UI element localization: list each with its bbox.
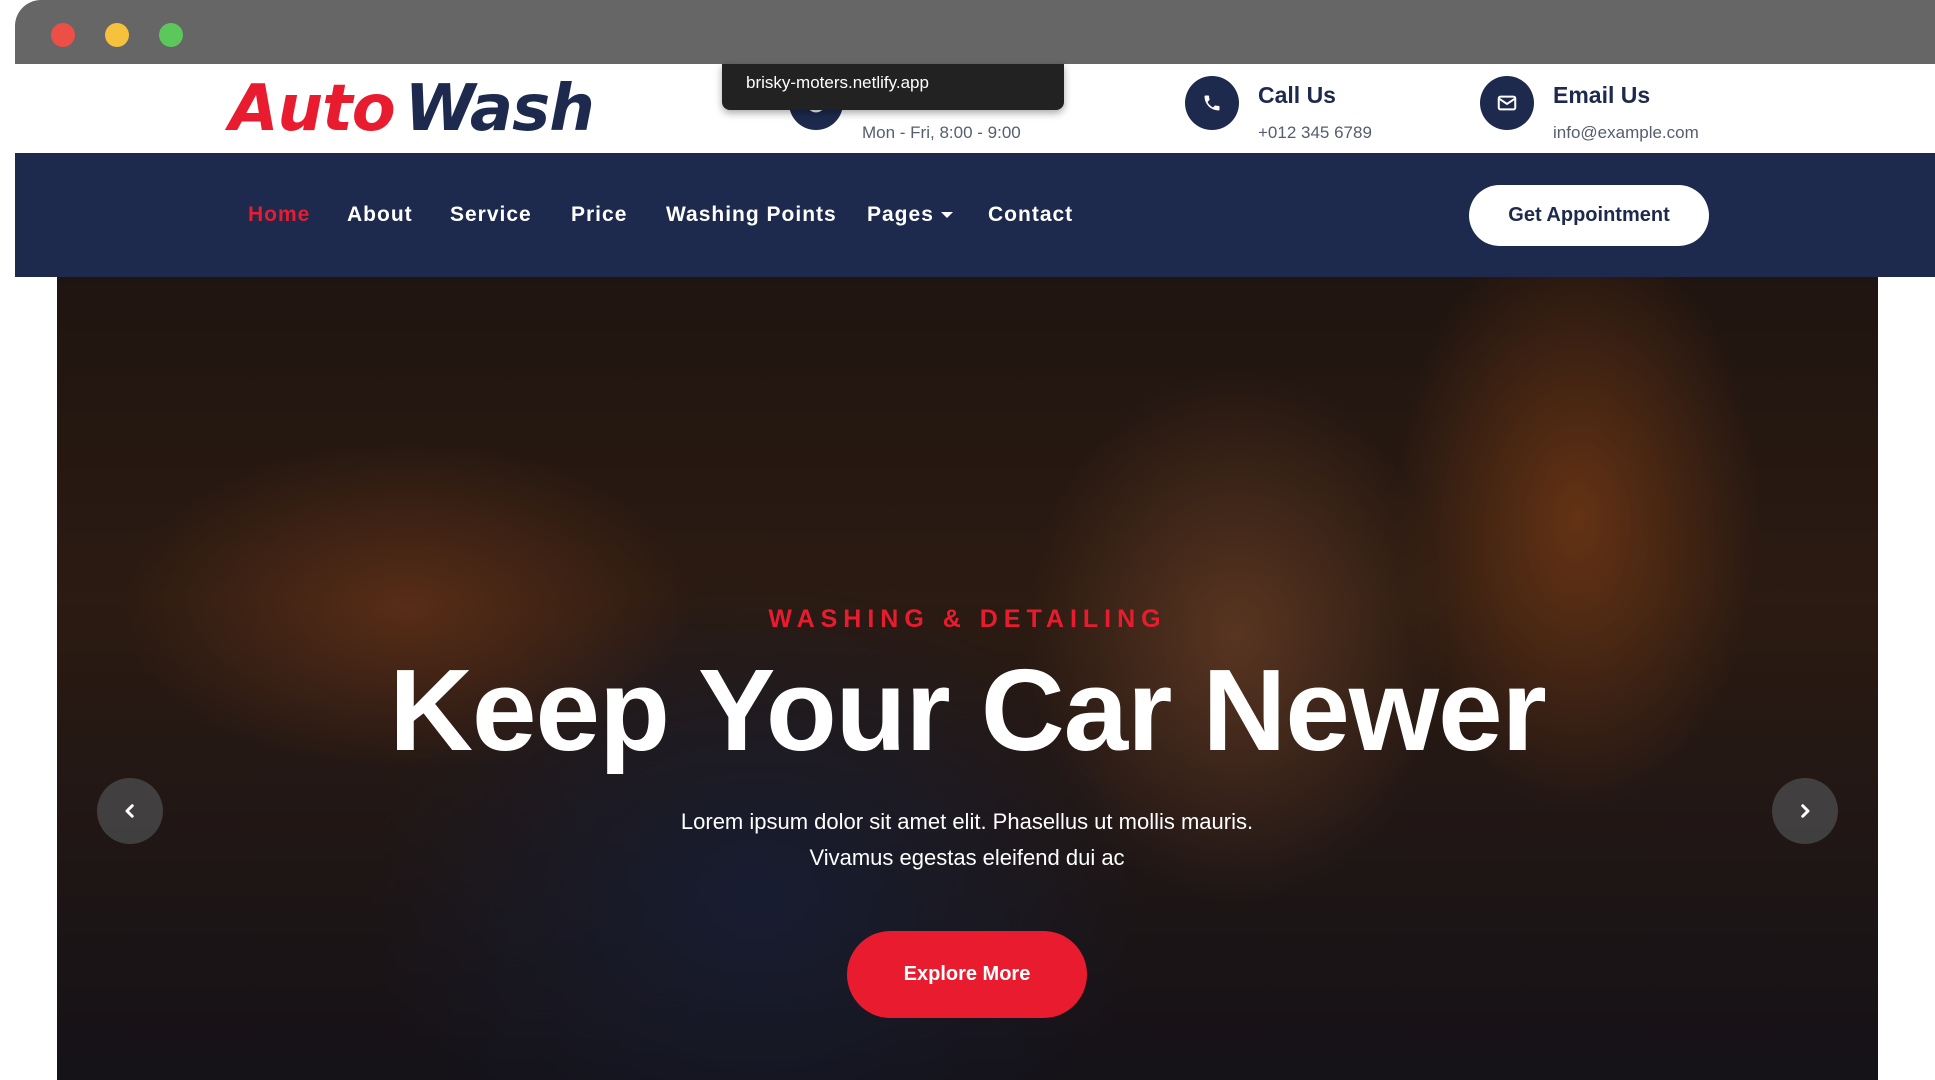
main-navbar: Home About Service Price Washing Points … bbox=[15, 153, 1935, 277]
get-appointment-button[interactable]: Get Appointment bbox=[1469, 185, 1709, 246]
close-window-button[interactable] bbox=[51, 23, 75, 47]
hero-description-line-2: Vivamus egestas eleifend dui ac bbox=[809, 845, 1125, 870]
nav-home[interactable]: Home bbox=[248, 203, 310, 227]
email-us-title: Email Us bbox=[1553, 82, 1651, 108]
nav-contact[interactable]: Contact bbox=[988, 203, 1073, 227]
chevron-right-icon bbox=[1801, 804, 1810, 818]
caret-down-icon bbox=[940, 212, 953, 219]
nav-service[interactable]: Service bbox=[450, 203, 532, 227]
site-logo[interactable]: Auto Wash bbox=[229, 70, 595, 148]
carousel-next-button[interactable] bbox=[1772, 778, 1838, 844]
opening-hours-value: Mon - Fri, 8:00 - 9:00 bbox=[862, 123, 1021, 142]
browser-titlebar bbox=[15, 0, 1935, 64]
phone-icon bbox=[1185, 76, 1239, 130]
hero-description-line-1: Lorem ipsum dolor sit amet elit. Phasell… bbox=[680, 809, 1254, 834]
hero-subtitle: WASHING & DETAILING bbox=[768, 605, 1167, 633]
nav-price[interactable]: Price bbox=[571, 203, 627, 227]
envelope-icon bbox=[1480, 76, 1534, 130]
chevron-left-icon bbox=[125, 804, 134, 818]
phone-number[interactable]: +012 345 6789 bbox=[1258, 123, 1372, 143]
maximize-window-button[interactable] bbox=[159, 23, 183, 47]
logo-auto-text: Auto bbox=[229, 72, 396, 146]
nav-about[interactable]: About bbox=[347, 203, 413, 227]
hero-description: Lorem ipsum dolor sit amet elit. Phasell… bbox=[617, 804, 1317, 876]
call-us-title: Call Us bbox=[1258, 82, 1336, 108]
nav-pages-dropdown[interactable]: Pages bbox=[867, 203, 953, 227]
carousel-prev-button[interactable] bbox=[97, 778, 163, 844]
email-address[interactable]: info@example.com bbox=[1553, 123, 1699, 143]
nav-washing-points[interactable]: Washing Points bbox=[666, 203, 837, 227]
hero-carousel: WASHING & DETAILING Keep Your Car Newer … bbox=[57, 277, 1878, 1080]
explore-more-button[interactable]: Explore More bbox=[847, 931, 1087, 1018]
logo-wash-text: Wash bbox=[404, 72, 595, 146]
url-tooltip: brisky-moters.netlify.app bbox=[722, 64, 1064, 110]
nav-pages-label: Pages bbox=[867, 203, 934, 226]
minimize-window-button[interactable] bbox=[105, 23, 129, 47]
hero-title: Keep Your Car Newer bbox=[389, 645, 1546, 775]
